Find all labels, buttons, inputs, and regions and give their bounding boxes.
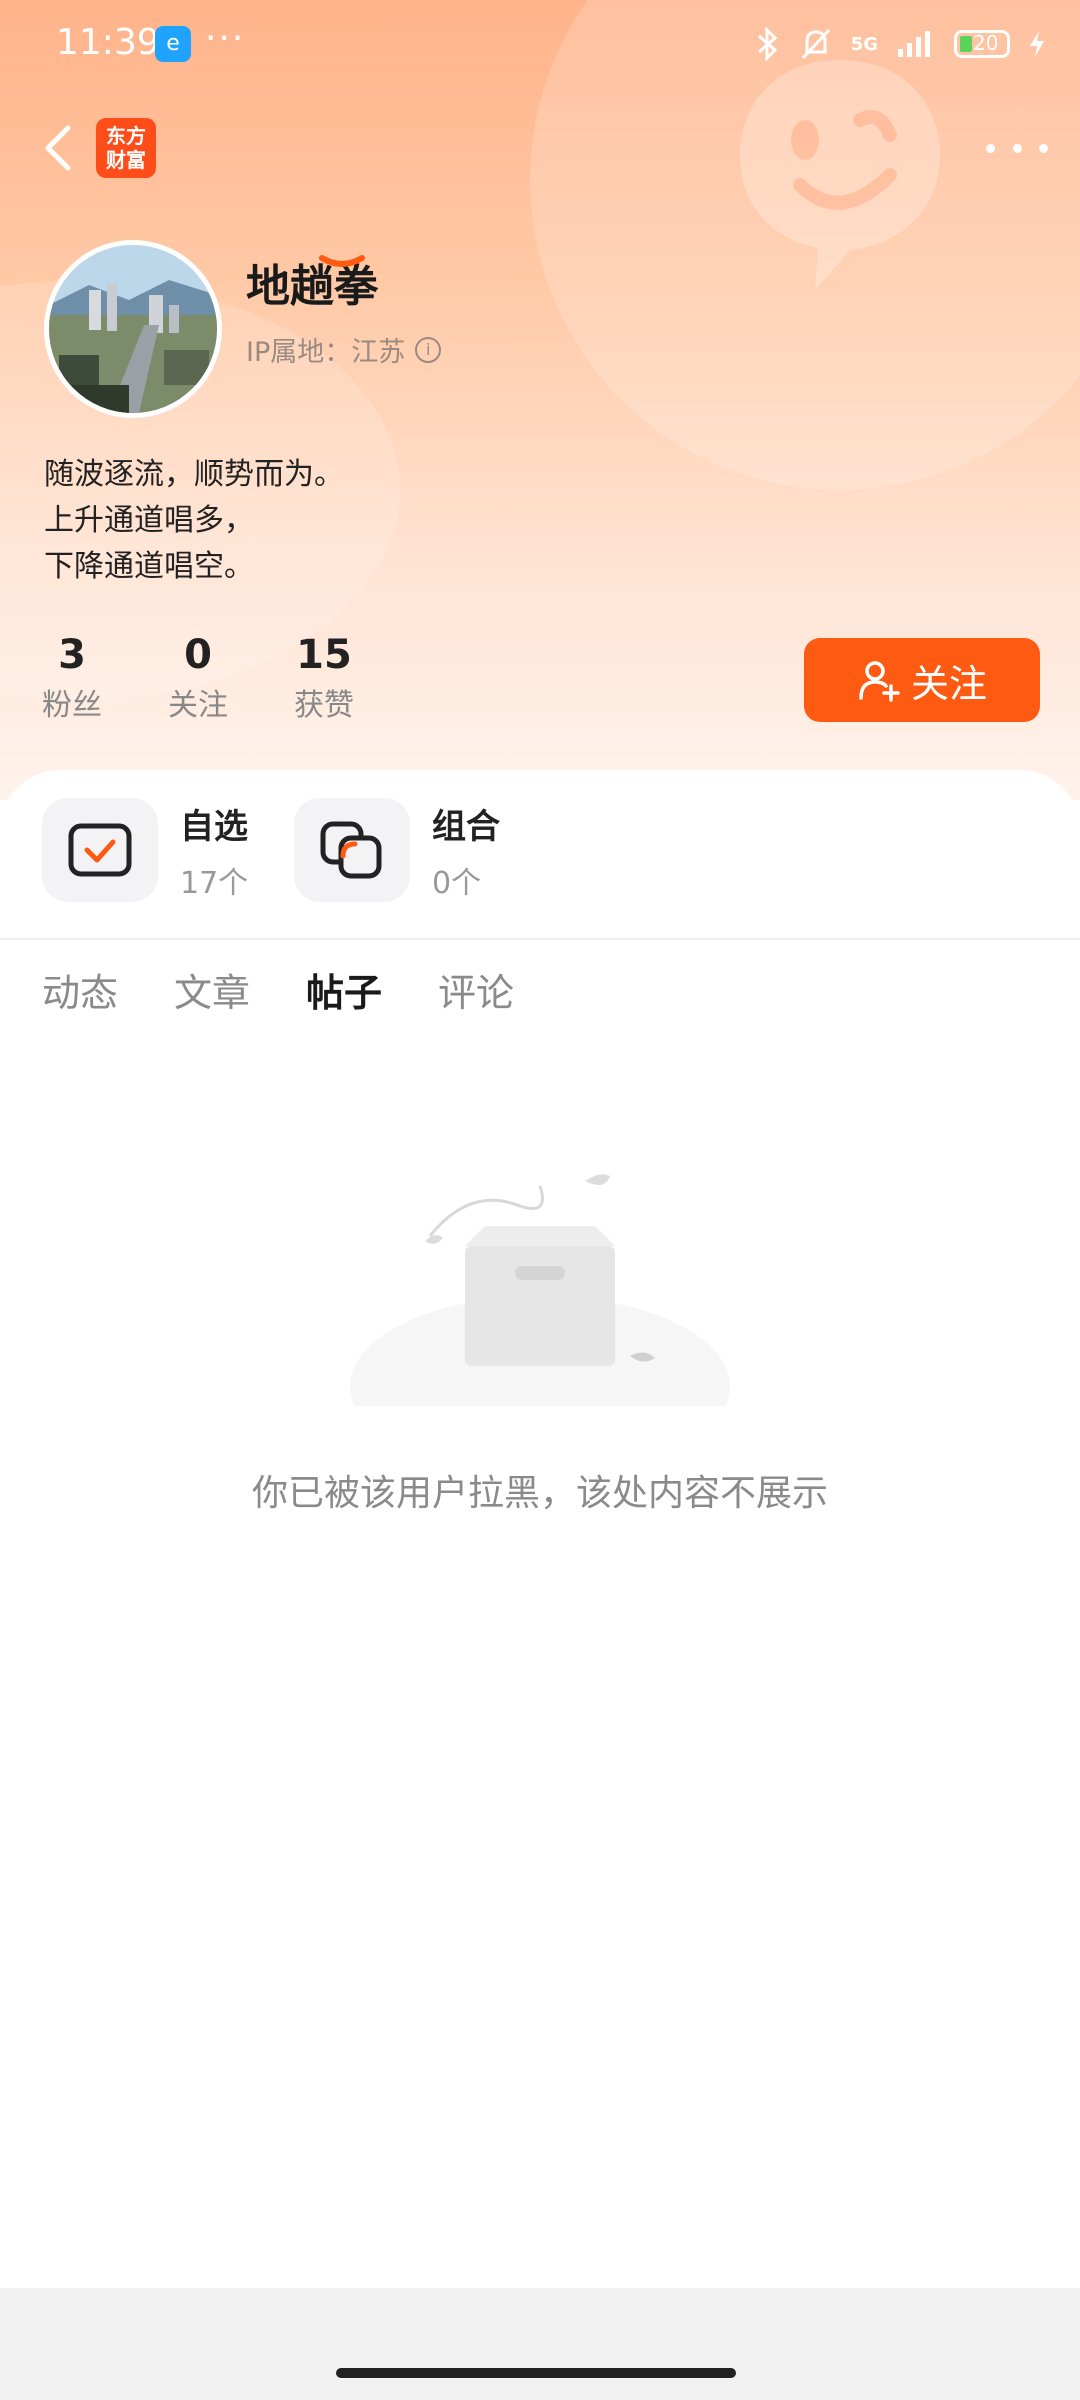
tab-updates[interactable]: 动态 [42, 962, 118, 1017]
empty-box-illustration [350, 1174, 730, 1406]
signal-icon [898, 31, 930, 57]
home-indicator[interactable] [336, 2368, 736, 2378]
stat-following[interactable]: 0 关注 [168, 632, 228, 724]
shortcut-portfolio[interactable]: 组合 0个 [294, 798, 500, 902]
bluetooth-icon [757, 26, 777, 62]
tab-articles[interactable]: 文章 [174, 962, 250, 1017]
stat-label: 关注 [168, 688, 228, 723]
battery-icon: 20 [954, 30, 1010, 58]
shortcut-title: 组合 [432, 806, 500, 847]
bio-line: 上升通道唱多， [44, 503, 254, 538]
avatar[interactable] [44, 240, 222, 418]
stat-label: 粉丝 [42, 688, 102, 723]
avatar-image [49, 245, 217, 413]
shortcut-count: 17个 [180, 865, 249, 901]
status-bar: 11:39 e ··· 5G 20 [0, 0, 1080, 90]
mute-bell-icon [801, 28, 830, 60]
tab-posts[interactable]: 帖子 [306, 962, 382, 1017]
app-notification-icon: e [155, 26, 191, 62]
follow-button[interactable]: 关注 [804, 638, 1040, 722]
stat-label: 获赞 [294, 688, 354, 723]
battery-level: 20 [973, 31, 999, 55]
content-panel: 自选 17个 组合 0个 动态 文章 帖子 评论 [0, 770, 1080, 2400]
portfolio-icon [294, 798, 410, 902]
bio-line: 下降通道唱空。 [44, 549, 254, 584]
network-type: 5G [850, 33, 878, 55]
brand-logo: 东方 财富 [96, 118, 156, 178]
shortcut-watchlist[interactable]: 自选 17个 [42, 798, 248, 902]
charging-icon [1030, 31, 1044, 57]
follow-label: 关注 [910, 661, 987, 706]
divider [0, 938, 1080, 940]
add-user-icon [859, 661, 900, 702]
checkbox-icon [42, 798, 158, 902]
tab-bar: 动态 文章 帖子 评论 [0, 962, 1080, 1042]
shortcut-title: 自选 [180, 806, 248, 847]
user-bio: 随波逐流，顺势而为。 上升通道唱多， 下降通道唱空。 [44, 452, 344, 590]
stat-value: 3 [58, 632, 86, 678]
back-button[interactable] [36, 118, 80, 178]
tab-comments[interactable]: 评论 [438, 962, 514, 1017]
stat-value: 15 [296, 632, 352, 678]
info-icon[interactable]: i [415, 336, 442, 363]
stat-fans[interactable]: 3 粉丝 [42, 632, 102, 724]
bottom-bar [0, 2288, 1080, 2400]
more-options-button[interactable] [986, 128, 1048, 168]
status-more-icon: ··· [205, 18, 246, 59]
ip-location-row: IP属地：江苏 i [246, 330, 442, 369]
bio-line: 随波逐流，顺势而为。 [44, 457, 344, 492]
stat-value: 0 [184, 632, 212, 678]
shortcut-count: 0个 [432, 865, 482, 901]
status-time: 11:39 [56, 22, 160, 63]
empty-state-message: 你已被该用户拉黑，该处内容不展示 [251, 1473, 828, 1514]
stat-likes[interactable]: 15 获赞 [294, 632, 354, 724]
ip-location: IP属地：江苏 [246, 337, 406, 368]
active-tab-indicator [319, 255, 365, 267]
